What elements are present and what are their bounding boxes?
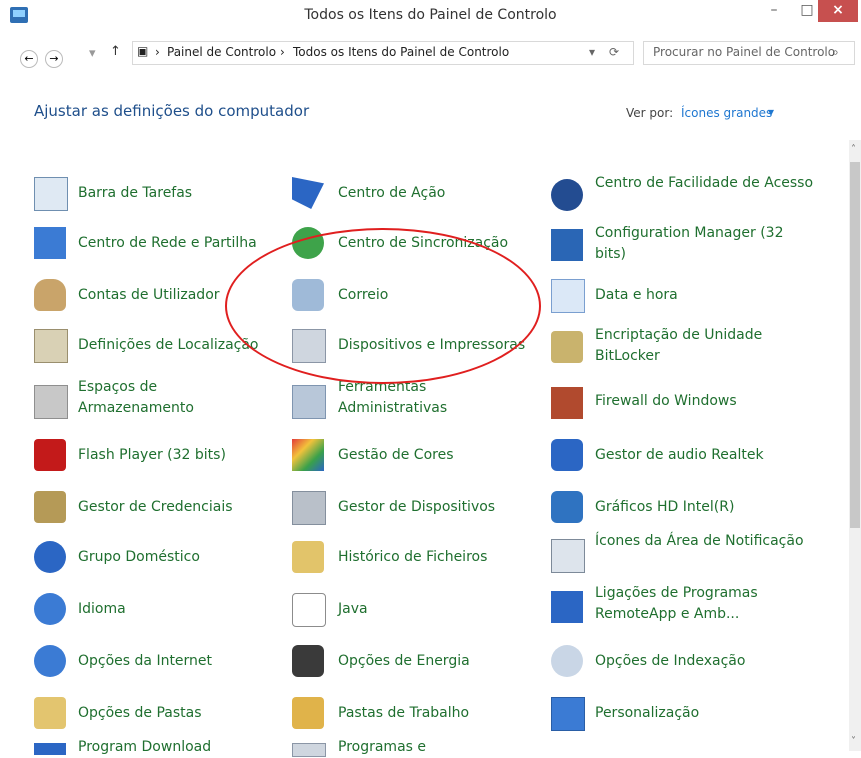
minimize-button[interactable]: –	[757, 0, 791, 22]
clock-calendar-icon	[551, 279, 585, 313]
item-personalizacao[interactable]: Personalização	[551, 693, 841, 733]
item-barra-tarefas[interactable]: Barra de Tarefas	[34, 173, 264, 213]
item-gestor-credenciais[interactable]: Gestor de Credenciais	[34, 487, 274, 527]
item-grupo-domestico[interactable]: Grupo Doméstico	[34, 537, 274, 577]
item-java[interactable]: Java	[292, 589, 532, 629]
work-folders-icon	[292, 697, 324, 729]
address-cp-icon: ▣	[137, 44, 149, 58]
search-icon[interactable]: ⌕	[832, 45, 839, 60]
color-management-icon	[292, 439, 324, 471]
item-data-hora[interactable]: Data e hora	[551, 275, 841, 315]
highlight-ellipse	[225, 228, 541, 384]
device-manager-icon	[292, 491, 326, 525]
item-centro-rede[interactable]: Centro de Rede e Partilha	[34, 223, 274, 263]
breadcrumb-separator-icon: ›	[155, 45, 160, 59]
power-icon	[292, 645, 324, 677]
item-icones-area[interactable]: Ícones da Área de Notificação	[551, 531, 841, 581]
breadcrumb-all-items[interactable]: Todos os Itens do Painel de Controlo	[293, 45, 509, 59]
item-opcoes-energia[interactable]: Opções de Energia	[292, 641, 532, 681]
programs-icon	[292, 743, 326, 757]
item-config-manager[interactable]: Configuration Manager (32 bits)	[551, 223, 841, 273]
storage-icon	[34, 385, 68, 419]
item-gestor-dispositivos[interactable]: Gestor de Dispositivos	[292, 487, 532, 527]
item-flash[interactable]: Flash Player (32 bits)	[34, 435, 274, 475]
item-ferramentas[interactable]: Ferramentas Administrativas	[292, 377, 522, 427]
item-centro-acao[interactable]: Centro de Ação	[292, 173, 522, 213]
item-opcoes-pastas[interactable]: Opções de Pastas	[34, 693, 274, 733]
back-icon[interactable]: ←	[20, 50, 38, 68]
scroll-down-icon[interactable]: ˅	[851, 736, 856, 747]
item-remoteapp[interactable]: Ligações de Programas RemoteApp e Amb...	[551, 583, 841, 633]
language-icon	[34, 593, 66, 625]
credentials-icon	[34, 491, 66, 523]
item-opcoes-indexacao[interactable]: Opções de Indexação	[551, 641, 841, 681]
view-by-dropdown[interactable]: Ícones grandes	[681, 106, 772, 120]
item-graficos[interactable]: Gráficos HD Intel(R)	[551, 487, 841, 527]
page-title: Ajustar as definições do computador	[34, 102, 310, 120]
item-encriptacao[interactable]: Encriptação de Unidade BitLocker	[551, 325, 841, 375]
close-button[interactable]: ×	[818, 0, 858, 22]
title-bar: Todos os Itens do Painel de Controlo – □…	[0, 0, 861, 31]
refresh-icon[interactable]: ⟳	[609, 45, 619, 59]
location-icon	[34, 329, 68, 363]
window-title: Todos os Itens do Painel de Controlo	[304, 7, 557, 23]
item-pastas-trabalho[interactable]: Pastas de Trabalho	[292, 693, 532, 733]
network-icon	[34, 227, 66, 259]
bitlocker-icon	[551, 331, 583, 363]
view-by-chevron-icon[interactable]: ▾	[768, 105, 774, 119]
admin-tools-icon	[292, 385, 326, 419]
item-program-download[interactable]: Program Download	[34, 737, 274, 757]
flag-icon	[292, 177, 324, 209]
folder-options-icon	[34, 697, 66, 729]
item-programas[interactable]: Programas e	[292, 737, 532, 757]
recent-dropdown-icon[interactable]: ▾	[89, 46, 96, 61]
up-icon[interactable]: ↑	[110, 44, 121, 59]
users-icon	[34, 279, 66, 311]
item-centro-facilidade[interactable]: Centro de Facilidade de Acesso	[551, 173, 841, 223]
scrollbar-thumb[interactable]	[850, 162, 860, 528]
tray-icons-icon	[551, 539, 585, 573]
breadcrumb-control-panel[interactable]: Painel de Controlo	[167, 45, 276, 59]
graphics-icon	[551, 491, 583, 523]
item-gestao-cores[interactable]: Gestão de Cores	[292, 435, 532, 475]
item-gestor-audio[interactable]: Gestor de audio Realtek	[551, 435, 841, 475]
homegroup-icon	[34, 541, 66, 573]
remoteapp-icon	[551, 591, 583, 623]
breadcrumb-separator-icon: ›	[280, 45, 285, 59]
item-firewall[interactable]: Firewall do Windows	[551, 383, 841, 423]
item-espacos[interactable]: Espaços de Armazenamento	[34, 377, 264, 427]
internet-icon	[34, 645, 66, 677]
forward-icon[interactable]: →	[45, 50, 63, 68]
firewall-icon	[551, 387, 583, 419]
indexing-icon	[551, 645, 583, 677]
java-icon	[292, 593, 326, 627]
scroll-up-icon[interactable]: ˄	[851, 144, 856, 155]
address-dropdown-icon[interactable]: ▾	[589, 45, 595, 59]
personalization-icon	[551, 697, 585, 731]
item-idioma[interactable]: Idioma	[34, 589, 274, 629]
file-history-icon	[292, 541, 324, 573]
taskbar-icon	[34, 177, 68, 211]
audio-icon	[551, 439, 583, 471]
flash-icon	[34, 439, 66, 471]
view-by-label: Ver por:	[626, 106, 674, 120]
download-icon	[34, 743, 66, 755]
item-historico[interactable]: Histórico de Ficheiros	[292, 537, 532, 577]
search-placeholder: Procurar no Painel de Controlo	[653, 45, 836, 59]
item-opcoes-internet[interactable]: Opções da Internet	[34, 641, 274, 681]
config-manager-icon	[551, 229, 583, 261]
accessibility-icon	[551, 179, 583, 211]
